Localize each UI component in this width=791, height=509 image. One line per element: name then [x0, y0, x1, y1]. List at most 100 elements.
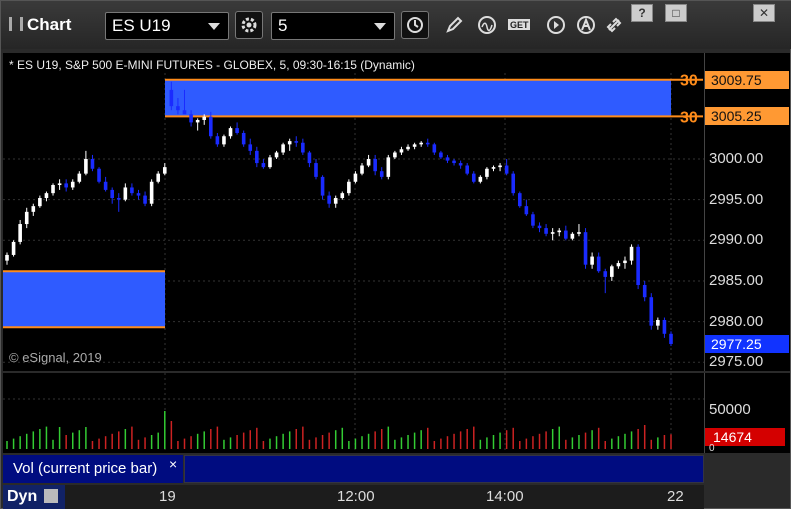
candle-body [669, 333, 673, 344]
candle-body [130, 187, 134, 194]
interval-dropdown[interactable]: 5 [271, 12, 395, 40]
candle-body [149, 181, 154, 204]
close-window-button[interactable]: ✕ [753, 4, 775, 22]
candle-body [485, 168, 489, 177]
candle-body [261, 163, 266, 168]
study-button[interactable] [475, 11, 501, 39]
lock-icon[interactable] [43, 489, 58, 503]
get-icon: GET [508, 19, 530, 30]
candle-body [452, 160, 456, 164]
candle-body [386, 157, 391, 177]
candle-body [577, 232, 581, 234]
candle-body [360, 165, 364, 174]
candle-body [314, 163, 318, 177]
candle-body [564, 230, 568, 239]
alert-button[interactable] [573, 11, 599, 39]
candle-body [209, 116, 213, 137]
help-window-button[interactable]: ? [631, 4, 653, 22]
play-button[interactable] [543, 11, 569, 39]
candle-body [425, 142, 430, 145]
zone-label: 30 [680, 73, 698, 90]
candle-body [511, 173, 516, 194]
candle-body [255, 150, 259, 164]
chevron-down-icon [374, 23, 386, 30]
candle-body [64, 183, 68, 188]
candle-body [603, 271, 608, 277]
interval-value: 5 [278, 16, 288, 35]
candle-body [287, 141, 292, 145]
resistance-zone [165, 79, 671, 117]
current-price-box: 2977.25 [705, 334, 789, 353]
candle-body [347, 181, 351, 194]
volume-tick: 50000 [709, 401, 751, 418]
price-axis[interactable]: 3000.00 2995.00 2990.00 2985.00 2980.00 2975.… [704, 53, 790, 371]
candle-body [136, 193, 141, 196]
clock-icon [407, 17, 423, 33]
candle-body [570, 233, 575, 239]
settings-gear-button[interactable] [235, 11, 263, 39]
candle-body [18, 224, 22, 242]
candle-body [557, 230, 562, 233]
time-label: 14:00 [486, 488, 524, 505]
price-tick: 2980.00 [709, 312, 764, 330]
volume-chart[interactable] [3, 373, 704, 453]
copyright-text: © eSignal, 2019 [9, 350, 102, 365]
zone-label: 30 [680, 109, 698, 126]
volume-current-box: 14674 [705, 428, 785, 446]
candle-body [583, 232, 588, 265]
zone-high-price-box: 3009.75 [705, 70, 789, 89]
candle-body [176, 106, 180, 111]
wave-icon [478, 16, 496, 34]
candle-body [215, 136, 220, 145]
candle-body [491, 167, 496, 169]
candle-body [77, 173, 82, 182]
candle-body [70, 181, 75, 188]
candle-body [393, 152, 397, 158]
candle-body [103, 181, 108, 190]
price-tick: 2990.00 [709, 231, 764, 249]
candle-body [419, 142, 423, 145]
candle-body [550, 232, 555, 234]
time-label: 19 [159, 488, 176, 505]
get-data-button[interactable]: GET [507, 11, 533, 39]
link-icon [606, 17, 622, 33]
candle-body [623, 260, 627, 264]
dynamic-mode-button[interactable]: Dyn [3, 485, 65, 509]
candle-body [590, 256, 594, 265]
candle-body [241, 132, 246, 145]
candle-body [123, 187, 128, 200]
candle-body [11, 241, 16, 255]
candle-body [544, 228, 548, 234]
price-tick: 2985.00 [709, 271, 764, 289]
candle-body [268, 157, 272, 168]
link-button[interactable] [601, 11, 627, 39]
candle-body [517, 193, 522, 207]
candle-body [412, 144, 417, 147]
candle-body [498, 165, 502, 168]
volume-axis: 50000 14674 0 [704, 373, 790, 454]
candle-body [90, 159, 95, 169]
candle-body [379, 171, 384, 177]
candle-body [399, 149, 404, 153]
restore-window-button[interactable]: □ [665, 4, 687, 22]
candle-body [366, 159, 371, 166]
price-chart[interactable]: * ES U19, S&P 500 E-MINI FUTURES - GLOBE… [3, 53, 704, 371]
draw-pencil-button[interactable] [441, 11, 467, 39]
candle-body [478, 176, 483, 182]
candle-body [182, 110, 187, 115]
candle-body [222, 136, 226, 145]
toolbar: Chart ES U19 5 GET ? □ ✕ [1, 1, 791, 49]
time-axis[interactable]: 19 12:00 14:00 22 [3, 485, 704, 509]
symbol-dropdown[interactable]: ES U19 [105, 12, 229, 40]
drag-handle-icon[interactable] [9, 17, 23, 31]
candle-body [629, 246, 634, 261]
candle-body [373, 159, 377, 172]
dyn-label: Dyn [7, 488, 38, 505]
close-study-icon[interactable]: × [169, 456, 177, 472]
time-button[interactable] [401, 11, 429, 39]
window-title[interactable]: Chart [9, 15, 71, 35]
volume-study-label[interactable]: Vol (current price bar) [3, 455, 183, 483]
candle-body [143, 195, 147, 204]
candle-body [406, 146, 410, 150]
candle-body [656, 319, 660, 326]
